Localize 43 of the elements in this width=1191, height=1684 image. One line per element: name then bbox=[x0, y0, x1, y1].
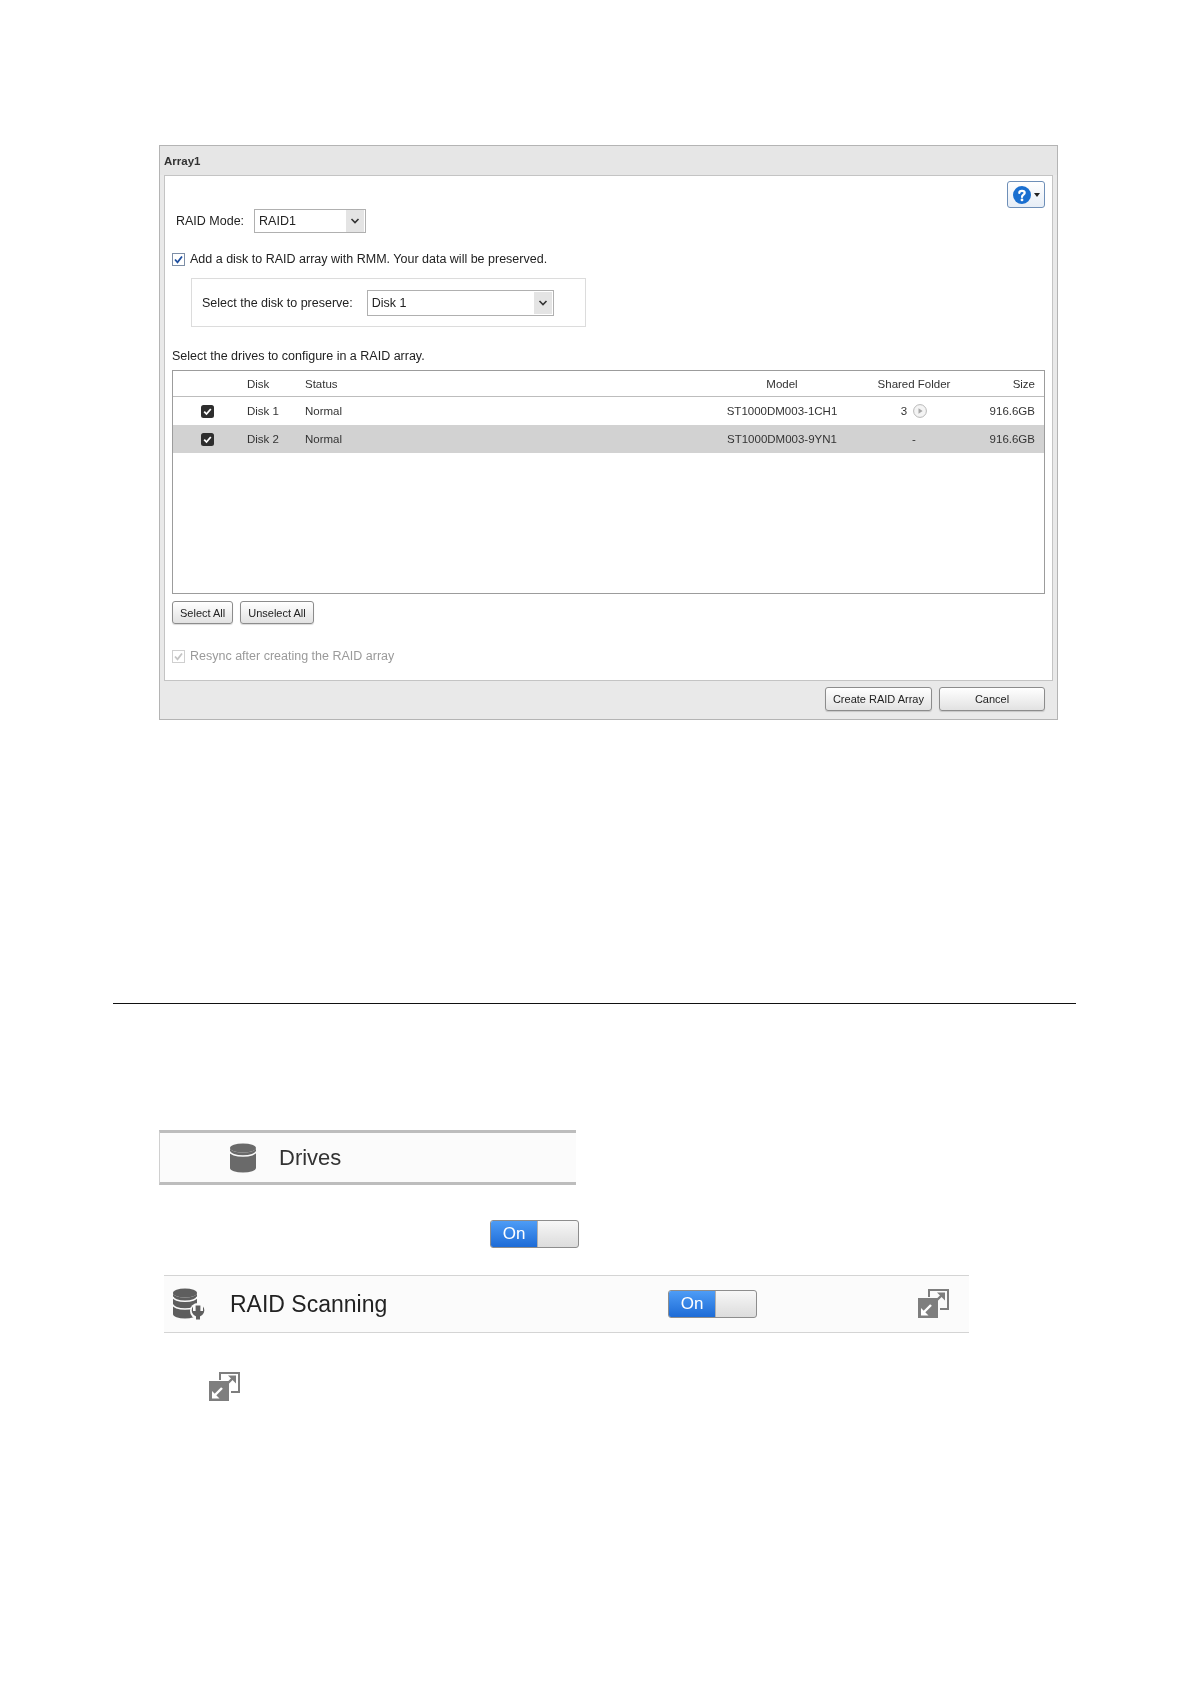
table-cell-text: 916.6GB bbox=[988, 405, 1036, 417]
expand-icon[interactable] bbox=[208, 1372, 240, 1402]
expand-icon[interactable] bbox=[917, 1289, 949, 1319]
checkbox[interactable] bbox=[201, 404, 214, 418]
table-cell-text: Disk 1 bbox=[246, 405, 280, 417]
table-cell-text: Normal bbox=[304, 433, 344, 445]
table-cell-text: 916.6GB bbox=[988, 433, 1036, 445]
help-button[interactable] bbox=[1007, 181, 1045, 208]
checkbox-label: Add a disk to RAID array with RMM. Your data will be preserved. bbox=[190, 252, 548, 266]
table-cell-text: Normal bbox=[304, 405, 344, 417]
toggle-switch[interactable]: On bbox=[490, 1220, 579, 1248]
database-wrench-icon bbox=[172, 1288, 206, 1320]
column-header[interactable]: Model bbox=[712, 377, 852, 390]
checkbox[interactable] bbox=[201, 432, 214, 446]
checkbox[interactable] bbox=[172, 252, 185, 266]
table-cell-text: ST1000DM003-9YN1 bbox=[726, 433, 838, 445]
table-cell-text: ST1000DM003-1CH1 bbox=[725, 405, 839, 417]
setting-label: RAID Scanning bbox=[230, 1290, 388, 1318]
column-header[interactable]: Disk bbox=[242, 377, 300, 390]
help-icon bbox=[1012, 185, 1031, 204]
table-cell-text: Disk 2 bbox=[246, 433, 280, 445]
toggle-switch[interactable]: On bbox=[668, 1290, 757, 1318]
field-label: Select the disk to preserve: bbox=[202, 295, 353, 310]
caret-icon bbox=[1033, 192, 1040, 197]
database-icon bbox=[229, 1142, 257, 1173]
field-label: RAID Mode: bbox=[176, 214, 245, 228]
raid-mode-dropdown[interactable]: RAID1 bbox=[254, 209, 367, 233]
table-caption: Select the drives to configure in a RAID array. bbox=[172, 349, 425, 363]
column-header[interactable]: Size bbox=[976, 377, 1044, 390]
checkbox-label: Resync after creating the RAID array bbox=[190, 649, 395, 663]
dialog-button[interactable]: Cancel bbox=[939, 687, 1045, 711]
drives-menu-item[interactable]: Drives bbox=[159, 1130, 576, 1185]
column-header[interactable]: Shared Folder bbox=[852, 377, 976, 390]
dialog-button[interactable]: Create RAID Array bbox=[824, 687, 932, 711]
table-row[interactable]: Disk 2 Normal ST1000DM003-9YN1 - 916.6GB bbox=[173, 425, 1044, 453]
table-cell: - bbox=[912, 433, 916, 445]
disk-dropdown[interactable]: Disk 1 bbox=[366, 289, 554, 316]
table-select-button[interactable]: Select All bbox=[172, 601, 234, 624]
dialog-title: Array1 bbox=[164, 154, 201, 167]
table-select-button[interactable]: Unselect All bbox=[240, 601, 314, 624]
table-cell: 3 bbox=[900, 405, 908, 417]
table-row[interactable]: Disk 1 Normal ST1000DM003-1CH1 3 916.6GB bbox=[173, 397, 1044, 425]
column-header[interactable]: Status bbox=[300, 377, 712, 390]
